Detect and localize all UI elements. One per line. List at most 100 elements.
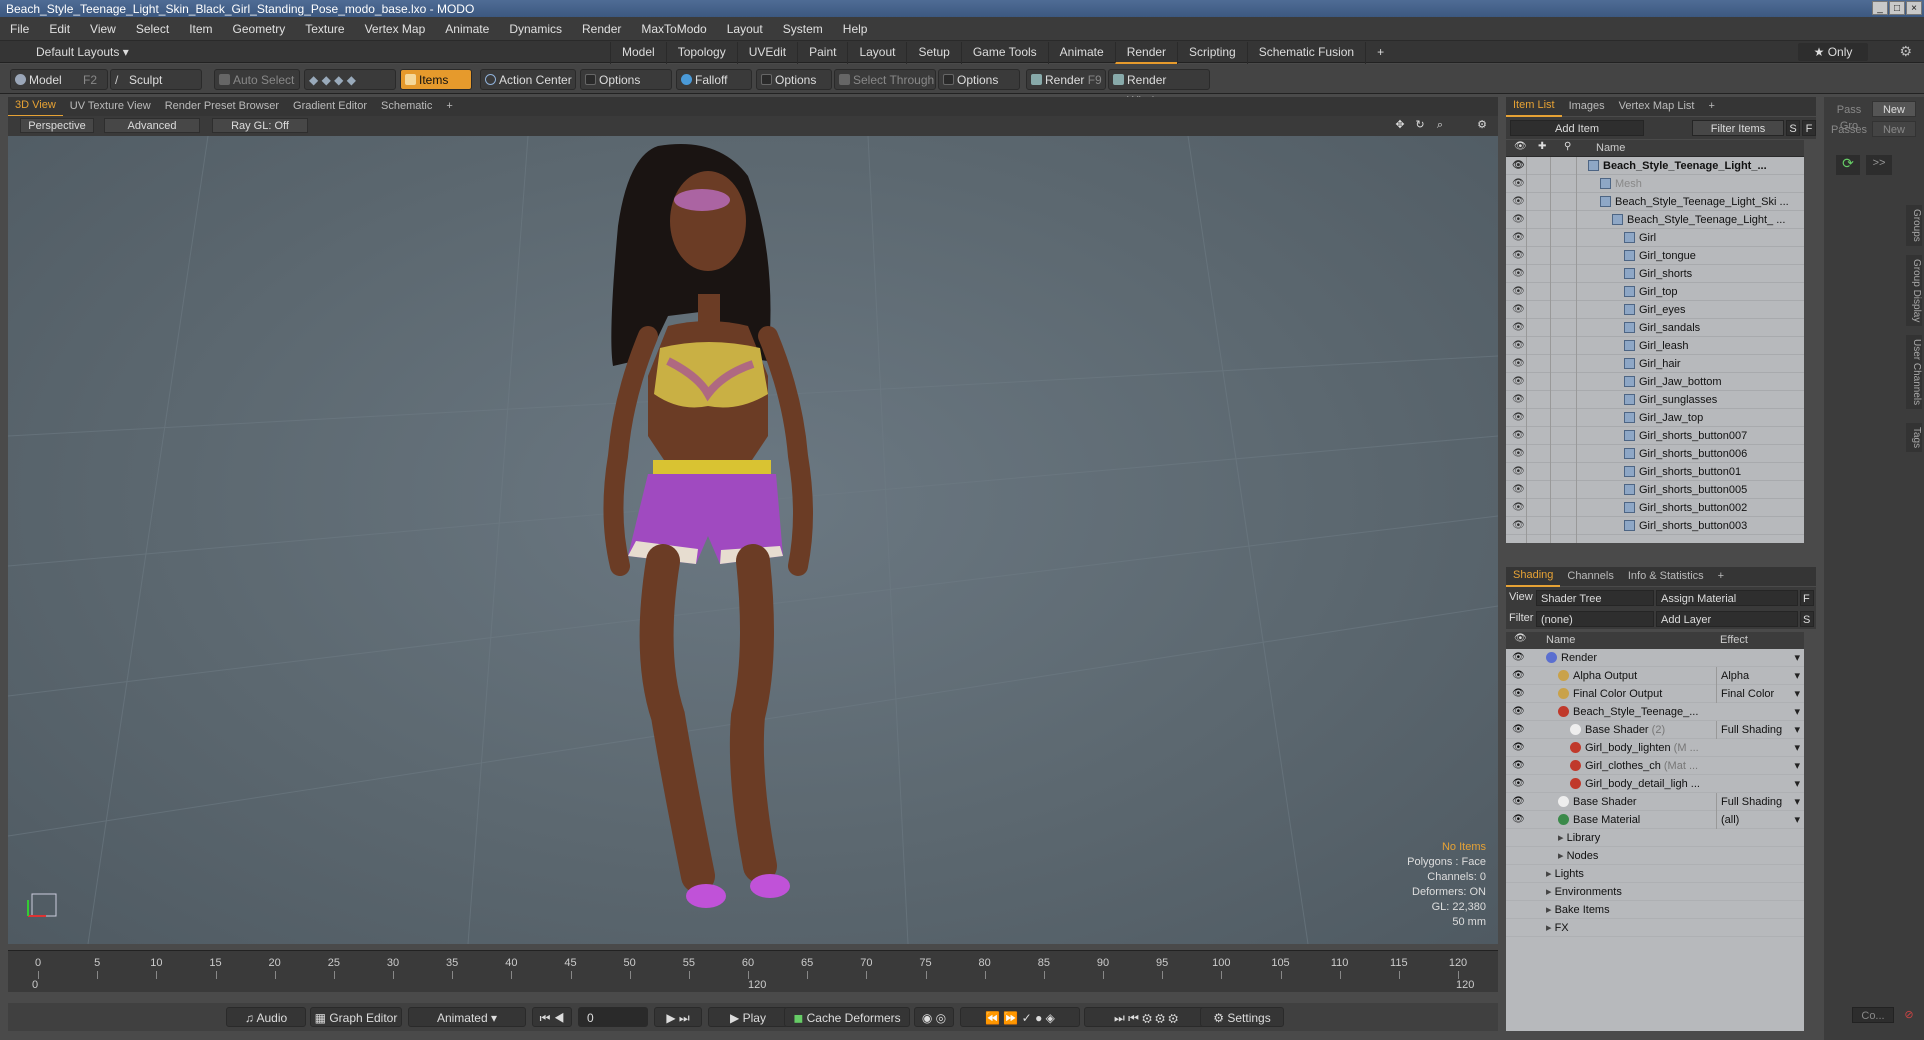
eye-icon[interactable]: 👁 (1512, 232, 1525, 244)
stop-icon[interactable]: ⊘ (1900, 1007, 1918, 1023)
menu-animate[interactable]: Animate (435, 17, 499, 41)
tab-item-list[interactable]: Item List (1506, 96, 1562, 117)
shader-tree-row[interactable]: ▸ Environments (1506, 883, 1804, 901)
zoom-icon[interactable]: ⌕ (1432, 118, 1448, 133)
eye-icon[interactable]: 👁 (1512, 811, 1525, 829)
tab-vertex-map-list[interactable]: Vertex Map List (1612, 97, 1702, 116)
tab-user-channels[interactable]: User Channels (1906, 335, 1922, 410)
close-icon[interactable]: × (1906, 1, 1922, 15)
shader-tree-row[interactable]: 👁 Girl_body_lighten (M ... (1506, 739, 1804, 757)
item-list-name-column[interactable]: Name (1596, 142, 1625, 154)
shader-tree-row[interactable]: 👁 Base Shader Full Shading (1506, 793, 1804, 811)
tab-3d-view[interactable]: 3D View (8, 96, 63, 117)
render-button[interactable]: Render F9 (1026, 69, 1106, 90)
tab-schematic-fusion[interactable]: Schematic Fusion (1246, 42, 1365, 64)
frame-step-back-buttons[interactable]: ⏮ ◀ (532, 1007, 572, 1027)
animated-dropdown[interactable]: Animated ▾ (408, 1007, 526, 1027)
menu-layout[interactable]: Layout (717, 17, 773, 41)
current-frame-field[interactable]: 0 (578, 1007, 648, 1027)
add-shading-tab-button[interactable]: + (1711, 567, 1731, 586)
tab-images[interactable]: Images (1562, 97, 1612, 116)
menu-maxtomodo[interactable]: MaxToModo (631, 17, 716, 41)
eye-icon[interactable]: 👁 (1512, 649, 1525, 667)
shading-f-button[interactable]: F (1800, 590, 1814, 606)
shader-tree-row[interactable]: 👁 Base Material (all) (1506, 811, 1804, 829)
shading-name-column[interactable]: Name (1546, 634, 1575, 646)
falloff-options-button[interactable]: Options (756, 69, 832, 90)
shader-tree-row[interactable]: ▸ Lights (1506, 865, 1804, 883)
shader-tree-row[interactable]: 👁 Beach_Style_Teenage_... (1506, 703, 1804, 721)
tab-scripting[interactable]: Scripting (1177, 42, 1247, 64)
effect-dropdown[interactable]: Final Color (1716, 685, 1804, 703)
eye-icon[interactable]: 👁 (1512, 793, 1525, 811)
shader-tree-row[interactable]: 👁 Base Shader (2) Full Shading (1506, 721, 1804, 739)
menu-select[interactable]: Select (126, 17, 179, 41)
auto-select-button[interactable]: Auto Select (214, 69, 300, 90)
eye-icon[interactable]: 👁 (1512, 214, 1525, 226)
eye-icon[interactable]: 👁 (1512, 775, 1525, 793)
menu-view[interactable]: View (80, 17, 126, 41)
maximize-icon[interactable]: □ (1889, 1, 1905, 15)
effect-dropdown[interactable]: Full Shading (1716, 721, 1804, 739)
type-icon[interactable]: ⚲ (1564, 141, 1571, 152)
eye-icon[interactable]: 👁 (1512, 757, 1525, 775)
menu-dynamics[interactable]: Dynamics (499, 17, 572, 41)
tab-render[interactable]: Render (1114, 42, 1178, 64)
default-layouts-dropdown[interactable]: Default Layouts ▾ (14, 41, 129, 63)
eye-icon[interactable]: 👁 (1512, 250, 1525, 262)
shader-tree-row[interactable]: 👁 Alpha Output Alpha (1506, 667, 1804, 685)
vertex-mode-icon[interactable]: ◆ (309, 73, 318, 87)
filter-items-field[interactable]: Filter Items (1692, 120, 1784, 136)
eye-icon[interactable]: 👁 (1512, 466, 1525, 478)
eye-icon[interactable]: 👁 (1512, 178, 1525, 190)
tab-group-display[interactable]: Group Display (1906, 255, 1922, 327)
raygl-toggle[interactable]: Ray GL: Off (212, 118, 308, 133)
select-through-options-button[interactable]: Options (938, 69, 1020, 90)
eye-icon[interactable]: 👁 (1512, 430, 1525, 442)
menu-geometry[interactable]: Geometry (223, 17, 296, 41)
eye-icon[interactable]: 👁 (1512, 412, 1525, 424)
menu-help[interactable]: Help (833, 17, 878, 41)
key-navigation[interactable]: ⏭ ⏮ ⚙ ⚙ ⚙ (1084, 1007, 1208, 1027)
menu-edit[interactable]: Edit (39, 17, 80, 41)
add-panel-tab-button[interactable]: + (1701, 97, 1721, 116)
menu-file[interactable]: File (0, 17, 39, 41)
shader-tree-row[interactable]: ▸ FX (1506, 919, 1804, 937)
action-center-options-button[interactable]: Options (580, 69, 672, 90)
eye-icon[interactable]: 👁 (1512, 358, 1525, 370)
new-pass-group-button[interactable]: New (1872, 101, 1916, 117)
item-list-s-button[interactable]: S (1786, 120, 1800, 136)
tab-animate[interactable]: Animate (1047, 42, 1115, 64)
expand-button[interactable]: >> (1866, 155, 1892, 175)
tab-info-statistics[interactable]: Info & Statistics (1621, 567, 1711, 586)
tab-topology[interactable]: Topology (665, 42, 737, 64)
effect-dropdown[interactable]: (all) (1716, 811, 1804, 829)
eye-icon[interactable]: 👁 (1512, 304, 1525, 316)
eye-icon[interactable]: 👁 (1512, 160, 1525, 172)
tab-render-preset-browser[interactable]: Render Preset Browser (158, 97, 286, 116)
add-viewport-tab-button[interactable]: + (439, 97, 459, 116)
menu-render[interactable]: Render (572, 17, 631, 41)
graph-editor-button[interactable]: ▦ Graph Editor (310, 1007, 402, 1027)
eye-icon[interactable]: 👁 (1512, 286, 1525, 298)
eye-icon[interactable]: 👁 (1512, 196, 1525, 208)
eye-icon[interactable]: 👁 (1512, 721, 1525, 739)
tab-shading[interactable]: Shading (1506, 566, 1561, 587)
play-button[interactable]: ▶ Play (708, 1007, 788, 1027)
add-item-dropdown[interactable]: Add Item (1510, 120, 1644, 136)
new-pass-button[interactable]: New (1872, 121, 1916, 137)
shading-visibility-icon[interactable]: 👁 (1514, 633, 1527, 644)
tab-game-tools[interactable]: Game Tools (960, 42, 1048, 64)
items-mode-button[interactable]: Items (400, 69, 472, 90)
eye-icon[interactable]: 👁 (1512, 703, 1525, 721)
add-tab-button[interactable]: + (1365, 42, 1395, 64)
lock-icon[interactable]: ✚ (1538, 141, 1546, 152)
shader-tree-row[interactable]: 👁 Final Color Output Final Color (1506, 685, 1804, 703)
item-list-f-button[interactable]: F (1802, 120, 1816, 136)
eye-icon[interactable]: 👁 (1512, 484, 1525, 496)
shader-tree-row[interactable]: 👁 Render (1506, 649, 1804, 667)
shading-effect-column[interactable]: Effect (1720, 634, 1748, 646)
tab-paint[interactable]: Paint (797, 42, 847, 64)
refresh-icon[interactable]: ⟳ (1836, 155, 1860, 175)
effect-dropdown[interactable]: Alpha (1716, 667, 1804, 685)
